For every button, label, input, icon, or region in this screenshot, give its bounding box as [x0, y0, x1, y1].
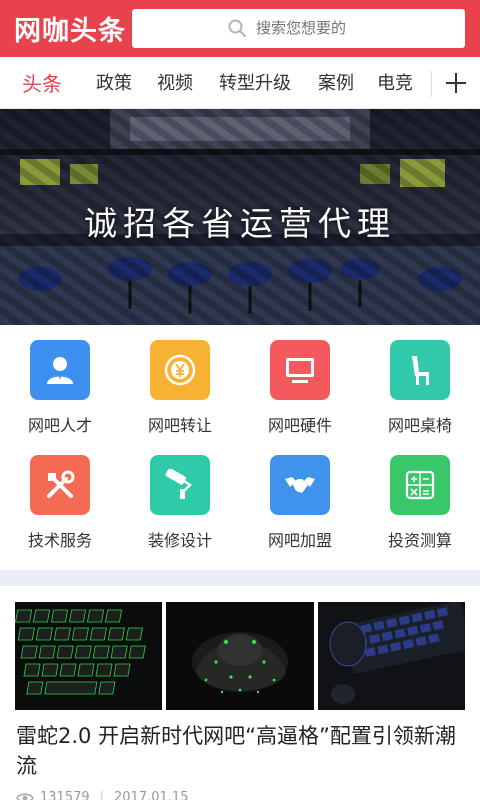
- grid-item-label: 网吧人才: [27, 416, 92, 435]
- tab-esports[interactable]: 电竞: [377, 57, 413, 109]
- article-thumbnail[interactable]: [318, 602, 465, 710]
- tools-icon: [47, 470, 75, 498]
- keyboard-mouse-image: [318, 602, 465, 710]
- tab-headlines[interactable]: 头条: [22, 57, 62, 109]
- icon-tile: [270, 455, 330, 515]
- view-count: 131579: [40, 790, 90, 800]
- grid-item-franchise[interactable]: 网吧加盟: [240, 440, 360, 555]
- banner[interactable]: 诚招各省运营代理: [0, 109, 480, 325]
- calculator-icon: [405, 470, 435, 500]
- app-logo[interactable]: 网咖头条: [14, 9, 126, 48]
- article-thumbnail[interactable]: [15, 602, 162, 710]
- article-meta: 131579 | 2017.01.15: [16, 790, 188, 800]
- tab-transformation[interactable]: 转型升级: [219, 57, 291, 109]
- plus-icon[interactable]: [444, 71, 468, 95]
- eye-icon: [16, 793, 34, 800]
- meta-separator: |: [99, 790, 105, 800]
- icon-tile: [30, 340, 90, 400]
- banner-headline: 诚招各省运营代理: [84, 204, 396, 243]
- tab-cases[interactable]: 案例: [318, 57, 354, 109]
- grid-item-hardware[interactable]: 网吧硬件: [240, 325, 360, 440]
- person-icon: [47, 357, 73, 384]
- service-grid: 网吧人才 网吧转让 网吧硬件 网吧桌椅 技术服务 装修设计 网吧加盟 投资测算: [0, 325, 480, 570]
- tab-video[interactable]: 视频: [157, 57, 193, 109]
- grid-item-label: 网吧转让: [147, 416, 212, 435]
- article-thumbnail[interactable]: [166, 602, 314, 710]
- icon-tile: [270, 340, 330, 400]
- grid-item-label: 技术服务: [27, 531, 92, 550]
- article-card[interactable]: 雷蛇2.0 开启新时代网吧“高逼格”配置引领新潮流 131579 | 2017.01…: [0, 586, 480, 800]
- grid-item-transfer[interactable]: 网吧转让: [120, 325, 240, 440]
- grid-item-label: 装修设计: [147, 531, 212, 550]
- tab-policy[interactable]: 政策: [96, 57, 132, 109]
- article-title[interactable]: 雷蛇2.0 开启新时代网吧“高逼格”配置引领新潮流: [16, 721, 468, 781]
- handshake-icon: [285, 477, 315, 493]
- icon-tile: [150, 455, 210, 515]
- icon-tile: [30, 455, 90, 515]
- grid-item-investment[interactable]: 投资测算: [360, 440, 480, 555]
- grid-item-tech-service[interactable]: 技术服务: [0, 440, 120, 555]
- section-divider: [0, 570, 480, 586]
- icon-tile: [390, 455, 450, 515]
- grid-item-furniture[interactable]: 网吧桌椅: [360, 325, 480, 440]
- search-input[interactable]: [256, 9, 456, 48]
- grid-item-talent[interactable]: 网吧人才: [0, 325, 120, 440]
- grid-item-label: 网吧桌椅: [387, 416, 452, 435]
- tab-divider: [431, 71, 432, 97]
- grid-item-label: 网吧硬件: [267, 416, 332, 435]
- grid-item-label: 网吧加盟: [267, 531, 332, 550]
- grid-item-label: 投资测算: [387, 531, 452, 550]
- keyboard-image: [15, 602, 162, 710]
- icon-tile: [390, 340, 450, 400]
- chair-icon: [412, 356, 429, 385]
- search-box[interactable]: [132, 9, 465, 48]
- publish-date: 2017.01.15: [114, 790, 189, 800]
- paint-roller-icon: [165, 469, 192, 499]
- yen-coin-icon: [164, 354, 196, 386]
- icon-tile: [150, 340, 210, 400]
- search-icon: [228, 19, 246, 37]
- top-bar: 网咖头条: [0, 0, 480, 57]
- category-tabs: 头条 政策 视频 转型升级 案例 电竞: [0, 57, 480, 109]
- grid-item-decoration[interactable]: 装修设计: [120, 440, 240, 555]
- snake-image: [166, 602, 314, 710]
- monitor-icon: [286, 358, 314, 383]
